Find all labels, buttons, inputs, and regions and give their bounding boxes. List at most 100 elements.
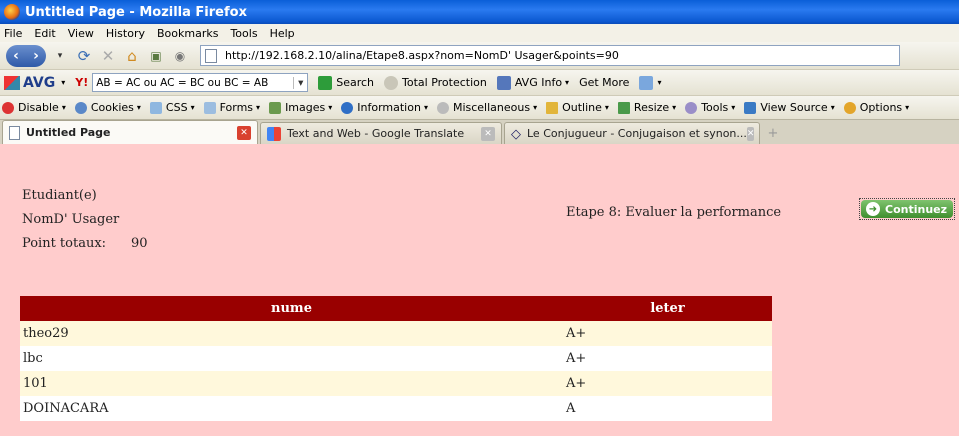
chevron-down-icon: ▾ <box>533 103 538 112</box>
points-value: 90 <box>131 236 148 251</box>
chevron-down-icon: ▾ <box>423 103 428 112</box>
menu-help[interactable]: Help <box>270 27 295 40</box>
table-row: theo29 A+ <box>20 321 772 346</box>
wd-outline[interactable]: Outline ▾ <box>546 101 609 114</box>
firefox-logo-icon <box>4 4 20 20</box>
column-header-leter: leter <box>563 296 772 321</box>
table-header-row: nume leter <box>20 296 772 321</box>
cell-nume: lbc <box>20 346 563 371</box>
yahoo-icon[interactable]: Y! <box>75 76 88 89</box>
cell-nume: DOINACARA <box>20 396 563 421</box>
avg-dropdown-icon[interactable]: ▾ <box>61 78 65 87</box>
menu-view[interactable]: View <box>68 27 94 40</box>
cell-leter: A+ <box>563 371 772 396</box>
information-icon <box>341 101 354 114</box>
addon-icon[interactable]: ▣ <box>146 49 166 63</box>
page-icon <box>9 125 20 140</box>
images-icon <box>269 101 282 114</box>
avg-extra-icon <box>639 75 654 90</box>
menu-history[interactable]: History <box>106 27 145 40</box>
tab-le-conjugueur[interactable]: ◇ Le Conjugueur - Conjugaison et synon..… <box>504 122 760 144</box>
home-icon[interactable]: ⌂ <box>122 47 142 65</box>
conjugueur-icon: ◇ <box>511 126 521 142</box>
column-header-nume: nume <box>20 296 563 321</box>
avg-logo-icon <box>4 75 20 90</box>
cell-leter: A+ <box>563 321 772 346</box>
chevron-down-icon: ▾ <box>61 103 66 112</box>
tab-le-conjugueur-label: Le Conjugueur - Conjugaison et synon... <box>527 127 747 140</box>
url-text: http://192.168.2.10/alina/Etape8.aspx?no… <box>225 49 619 62</box>
avg-toolbar: AVG ▾ Y! AB = AC ou AC = BC ou BC = AB ▾… <box>0 70 959 96</box>
cell-nume: theo29 <box>20 321 563 346</box>
avg-search-input[interactable]: AB = AC ou AC = BC ou BC = AB ▾ <box>92 73 309 92</box>
menu-tools[interactable]: Tools <box>230 27 257 40</box>
forward-button[interactable]: › <box>26 45 46 67</box>
wd-forms[interactable]: Forms ▾ <box>203 101 261 114</box>
wd-view-source[interactable]: View Source ▾ <box>744 101 835 114</box>
wd-disable-label: Disable <box>18 101 59 114</box>
wd-disable[interactable]: Disable ▾ <box>2 101 66 114</box>
wd-cookies[interactable]: Cookies ▾ <box>74 101 141 114</box>
avg-brand-label: AVG <box>23 74 56 91</box>
wd-information-label: Information <box>357 101 421 114</box>
search-go-icon <box>318 75 333 90</box>
close-tab-icon[interactable]: ✕ <box>481 126 495 141</box>
continue-label: Continuez <box>885 202 948 216</box>
table-row: lbc A+ <box>20 346 772 371</box>
wd-images-label: Images <box>285 101 326 114</box>
avg-get-more-button[interactable]: Get More <box>579 76 629 89</box>
url-bar[interactable]: http://192.168.2.10/alina/Etape8.aspx?no… <box>200 45 900 66</box>
reload-icon[interactable]: ⟳ <box>74 47 94 65</box>
continue-button[interactable]: ➜ Continuez <box>859 198 955 220</box>
table-row: 101 A+ <box>20 371 772 396</box>
menu-bookmarks[interactable]: Bookmarks <box>157 27 218 40</box>
history-dropdown-icon[interactable]: ▾ <box>50 51 70 61</box>
wd-options[interactable]: Options ▾ <box>843 101 910 114</box>
tools-icon <box>685 101 698 114</box>
avg-search-button[interactable]: Search <box>318 75 374 90</box>
new-tab-button[interactable]: + <box>762 122 784 144</box>
wd-cookies-label: Cookies <box>90 101 134 114</box>
tab-bar: Untitled Page ✕ Text and Web - Google Tr… <box>0 120 959 144</box>
feed-icon[interactable]: ◉ <box>170 49 190 63</box>
close-tab-icon[interactable]: ✕ <box>237 125 251 140</box>
menu-edit[interactable]: Edit <box>34 27 55 40</box>
google-translate-icon <box>267 126 281 141</box>
chevron-down-icon: ▾ <box>731 103 736 112</box>
cell-leter: A <box>563 396 772 421</box>
wd-tools[interactable]: Tools ▾ <box>685 101 735 114</box>
avg-protection-label: Total Protection <box>402 76 487 89</box>
close-tab-icon[interactable]: ✕ <box>746 126 755 141</box>
stage-title: Etape 8: Evaluer la performance <box>566 205 782 220</box>
chevron-down-icon: ▾ <box>256 103 261 112</box>
avg-info-button[interactable]: AVG Info ▾ <box>496 75 569 90</box>
back-button[interactable]: ‹ <box>6 45 26 67</box>
avg-total-protection[interactable]: Total Protection <box>384 75 487 90</box>
wd-information[interactable]: Information ▾ <box>341 101 428 114</box>
tab-google-translate-label: Text and Web - Google Translate <box>287 127 465 140</box>
cookies-icon <box>74 101 87 114</box>
wd-options-label: Options <box>859 101 903 114</box>
disable-icon <box>2 101 14 114</box>
wd-css[interactable]: CSS ▾ <box>149 101 195 114</box>
wd-images[interactable]: Images ▾ <box>269 101 332 114</box>
options-icon <box>843 101 856 114</box>
tab-untitled-page[interactable]: Untitled Page ✕ <box>2 120 258 144</box>
avg-extra-button[interactable]: ▾ <box>639 75 661 90</box>
chevron-down-icon[interactable]: ▾ <box>293 76 307 89</box>
chevron-down-icon: ▾ <box>905 103 910 112</box>
stop-icon[interactable]: ✕ <box>98 47 118 65</box>
avg-logo[interactable]: AVG <box>4 75 55 91</box>
tab-google-translate[interactable]: Text and Web - Google Translate ✕ <box>260 122 502 144</box>
window-title: Untitled Page - Mozilla Firefox <box>25 4 247 20</box>
wd-view-source-label: View Source <box>760 101 828 114</box>
chevron-down-icon: ▾ <box>190 103 195 112</box>
back-forward-buttons: ‹ › <box>6 44 46 67</box>
chevron-down-icon: ▾ <box>830 103 835 112</box>
wd-miscellaneous[interactable]: Miscellaneous ▾ <box>436 101 538 114</box>
wd-resize[interactable]: Resize ▾ <box>617 101 676 114</box>
chevron-down-icon: ▾ <box>136 103 141 112</box>
resize-icon <box>617 101 630 114</box>
menu-file[interactable]: File <box>4 27 22 40</box>
cell-nume: 101 <box>20 371 563 396</box>
